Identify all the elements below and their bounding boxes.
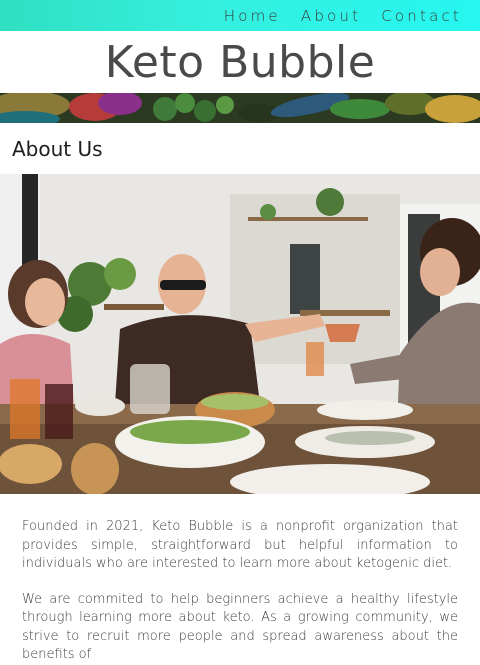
nav-link-contact[interactable]: Contact xyxy=(381,7,462,25)
nav-link-about[interactable]: About xyxy=(301,7,361,25)
about-paragraph-1: Founded in 2021, Keto Bubble is a nonpro… xyxy=(22,519,458,571)
nav-link-home[interactable]: Home xyxy=(224,7,281,25)
site-logo-title[interactable]: Keto Bubble xyxy=(0,31,480,93)
team-dining-photo xyxy=(0,174,480,494)
about-heading: About Us xyxy=(12,136,103,161)
vegetable-banner-image xyxy=(0,93,480,123)
top-navigation: Home About Contact xyxy=(0,0,480,31)
about-paragraph-2: We are commited to help beginners achiev… xyxy=(22,591,458,663)
